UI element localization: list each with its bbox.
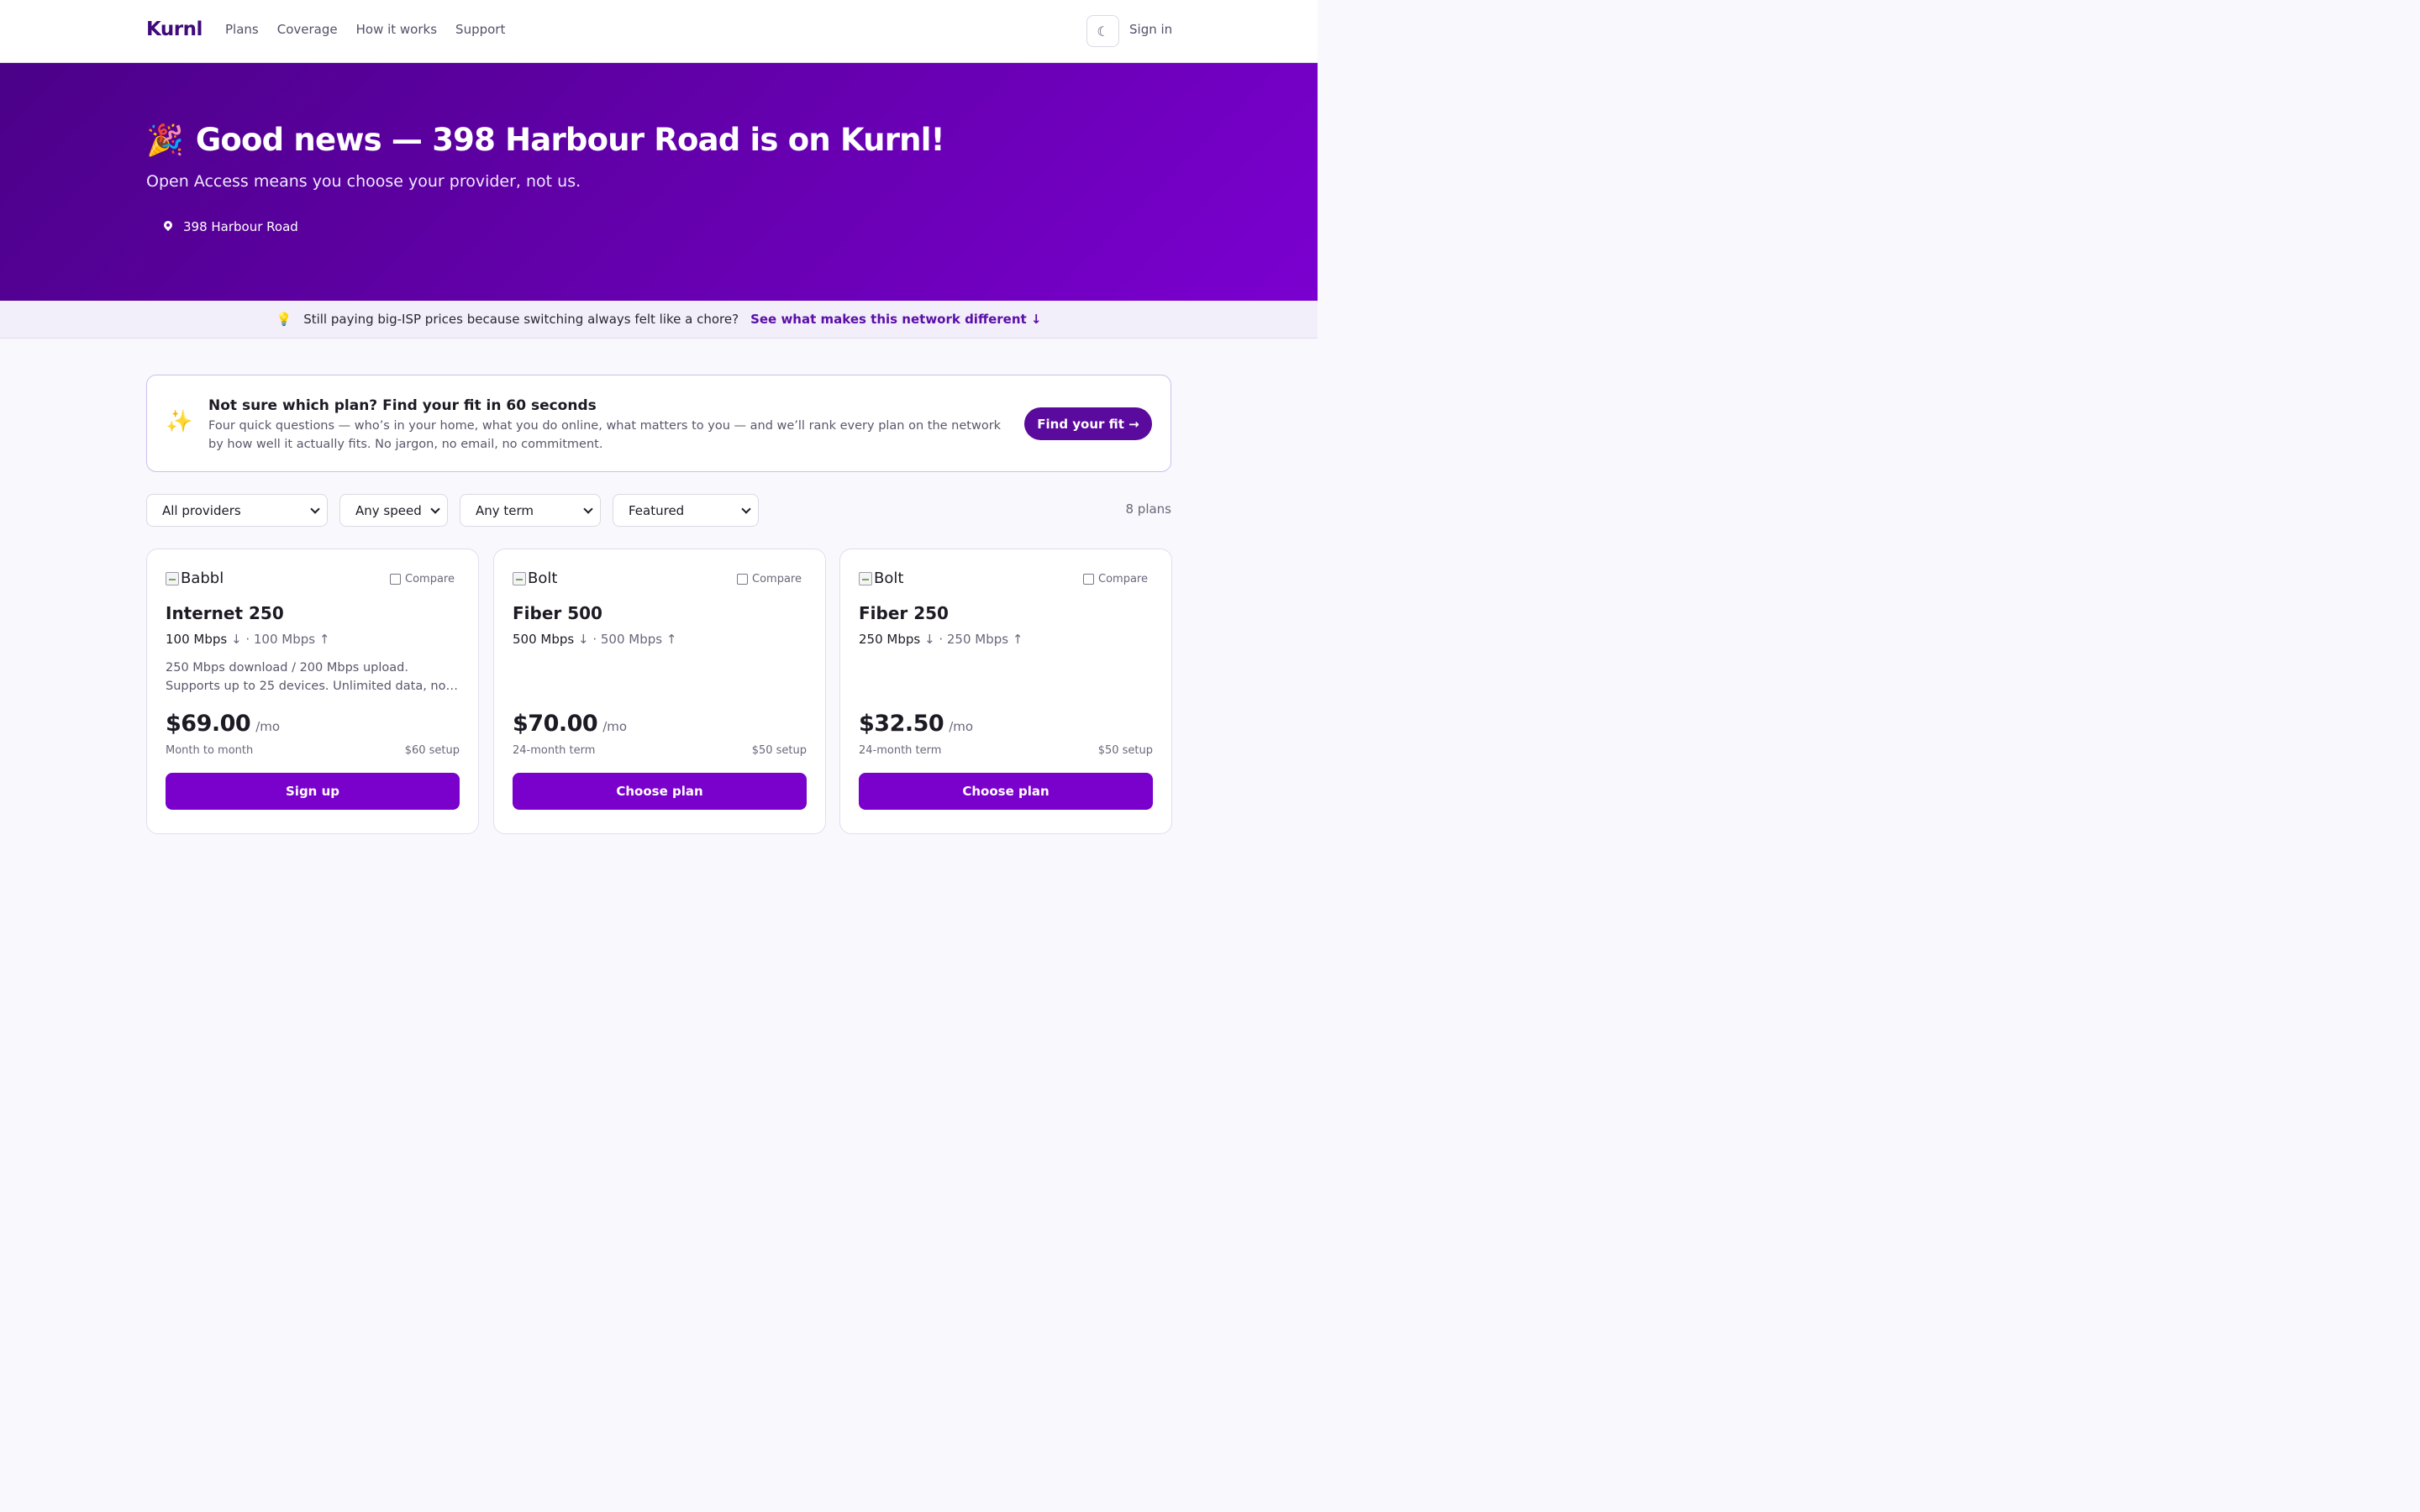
checkbox-icon[interactable] (390, 574, 402, 585)
provider-logo: Bolt (513, 570, 557, 587)
down-arrow-icon: ↓ (577, 632, 589, 647)
choose-plan-button[interactable]: Choose plan (859, 773, 1153, 810)
upload-speed: · 250 Mbps ↑ (939, 632, 1023, 647)
plan-speeds: 500 Mbps ↓ · 500 Mbps ↑ (513, 632, 676, 647)
plan-card: Babbl Compare Internet 250 100 Mbps ↓ · … (146, 549, 479, 834)
provider-select-value: All providers (162, 502, 241, 518)
price-amount: $70.00 (513, 711, 598, 737)
provider-logo: Babbl (166, 570, 224, 587)
sort-select-value: Featured (629, 502, 685, 518)
banner-text: Still paying big-ISP prices because swit… (303, 312, 739, 327)
price-amount: $69.00 (166, 711, 251, 737)
sparkles-icon: ✨ (166, 409, 193, 434)
chevron-down-icon (741, 503, 751, 514)
speed-select[interactable]: Any speed (339, 494, 448, 527)
download-speed: 500 Mbps (513, 632, 575, 647)
find-your-fit-button[interactable]: Find your fit → (1024, 407, 1152, 440)
compare-label: Compare (752, 573, 802, 585)
map-pin-icon (163, 221, 173, 233)
chevron-down-icon (310, 503, 320, 514)
info-banner: 💡 Still paying big-ISP prices because sw… (0, 301, 1318, 339)
term-select[interactable]: Any term (460, 494, 601, 527)
plan-count: 8 plans (1125, 501, 1171, 517)
nav-coverage[interactable]: Coverage (277, 22, 338, 37)
price-period: /mo (602, 719, 628, 734)
compare-label: Compare (405, 573, 455, 585)
moon-icon: ☾ (1097, 23, 1109, 39)
checkbox-icon[interactable] (737, 574, 749, 585)
plan-card: Bolt Compare Fiber 250 250 Mbps ↓ · 250 … (839, 549, 1172, 834)
plan-name: Internet 250 (166, 603, 284, 623)
provider-logo-alt: Bolt (874, 570, 904, 587)
down-arrow-icon: ↓ (923, 632, 935, 647)
plan-price: $32.50 /mo (859, 711, 973, 737)
hero-title: Good news — 398 Harbour Road is on Kurnl… (195, 122, 945, 158)
provider-logo-alt: Bolt (528, 570, 558, 587)
lightbulb-icon: 💡 (276, 312, 292, 327)
plan-term: Month to month (166, 744, 254, 757)
nav-support[interactable]: Support (455, 22, 505, 37)
broken-image-icon (166, 571, 179, 585)
sign-in-link[interactable]: Sign in (1129, 22, 1172, 37)
setup-fee: $50 setup (751, 744, 807, 757)
compare-checkbox[interactable]: Compare (1083, 573, 1148, 585)
nav-how-it-works[interactable]: How it works (356, 22, 437, 37)
compare-label: Compare (1098, 573, 1148, 585)
plan-description: 250 Mbps download / 200 Mbps upload. Sup… (166, 661, 458, 693)
down-arrow-icon: ↓ (230, 632, 242, 647)
choose-plan-button[interactable]: Choose plan (513, 773, 807, 810)
network-different-link[interactable]: See what makes this network different ↓ (750, 312, 1041, 327)
checkbox-icon[interactable] (1083, 574, 1095, 585)
plan-speeds: 250 Mbps ↓ · 250 Mbps ↑ (859, 632, 1023, 647)
provider-select[interactable]: All providers (146, 494, 328, 527)
price-amount: $32.50 (859, 711, 944, 737)
upload-speed: · 100 Mbps ↑ (245, 632, 330, 647)
party-popper-icon: 🎉 (146, 123, 184, 158)
setup-fee: $60 setup (404, 744, 460, 757)
broken-image-icon (859, 571, 872, 585)
upload-speed: · 500 Mbps ↑ (592, 632, 677, 647)
compare-checkbox[interactable]: Compare (737, 573, 802, 585)
plan-finder-card: ✨ Not sure which plan? Find your fit in … (146, 375, 1171, 472)
hero-subtitle: Open Access means you choose your provid… (146, 172, 581, 191)
chevron-down-icon (430, 503, 440, 514)
plan-card: Bolt Compare Fiber 500 500 Mbps ↓ · 500 … (493, 549, 826, 834)
top-nav: Kurnl Plans Coverage How it works Suppor… (0, 0, 1318, 63)
nav-plans[interactable]: Plans (225, 22, 259, 37)
download-speed: 100 Mbps (166, 632, 228, 647)
download-speed: 250 Mbps (859, 632, 921, 647)
plan-term: 24-month term (513, 744, 596, 757)
filter-bar: All providers Any speed Any term Feature… (146, 494, 759, 527)
price-period: /mo (949, 719, 974, 734)
term-select-value: Any term (476, 502, 534, 518)
hero-title-row: 🎉 Good news — 398 Harbour Road is on Kur… (146, 122, 944, 158)
brand-logo[interactable]: Kurnl (146, 18, 203, 40)
plan-speeds: 100 Mbps ↓ · 100 Mbps ↑ (166, 632, 329, 647)
plan-price: $69.00 /mo (166, 711, 280, 737)
theme-toggle-button[interactable]: ☾ (1086, 15, 1119, 47)
provider-logo-alt: Babbl (181, 570, 224, 587)
address-chip: 398 Harbour Road (163, 219, 298, 234)
plan-finder-title: Not sure which plan? Find your fit in 60… (208, 397, 597, 414)
plan-finder-body: Four quick questions — who’s in your hom… (208, 419, 1002, 451)
broken-image-icon (513, 571, 526, 585)
compare-checkbox[interactable]: Compare (390, 573, 455, 585)
plan-price: $70.00 /mo (513, 711, 627, 737)
hero: 🎉 Good news — 398 Harbour Road is on Kur… (0, 63, 1318, 301)
chevron-down-icon (583, 503, 593, 514)
sort-select[interactable]: Featured (613, 494, 759, 527)
price-period: /mo (255, 719, 281, 734)
provider-logo: Bolt (859, 570, 903, 587)
main-nav: Plans Coverage How it works Support (225, 22, 505, 37)
address-text: 398 Harbour Road (183, 219, 298, 234)
plan-name: Fiber 500 (513, 603, 602, 623)
plan-term: 24-month term (859, 744, 942, 757)
setup-fee: $50 setup (1097, 744, 1153, 757)
sign-up-button[interactable]: Sign up (166, 773, 460, 810)
plan-name: Fiber 250 (859, 603, 949, 623)
speed-select-value: Any speed (355, 502, 422, 518)
